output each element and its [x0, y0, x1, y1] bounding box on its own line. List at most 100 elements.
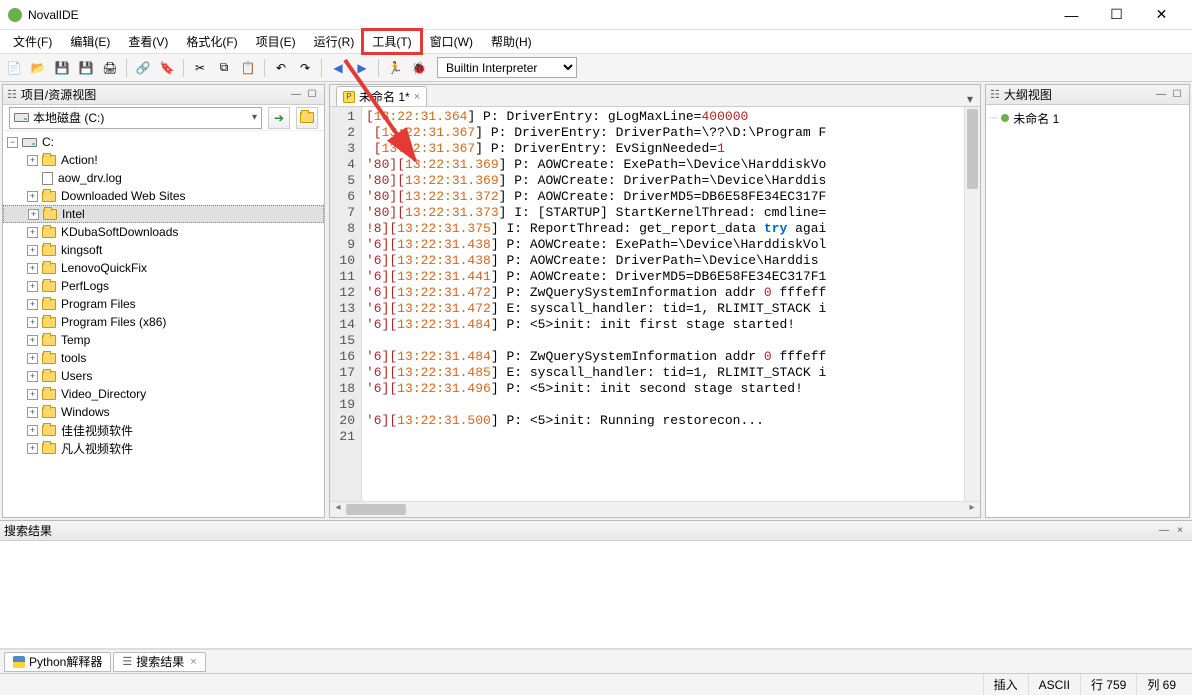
- menu-help[interactable]: 帮助(H): [482, 30, 541, 53]
- tree-folder[interactable]: +kingsoft: [3, 241, 324, 259]
- tree-folder[interactable]: +LenovoQuickFix: [3, 259, 324, 277]
- tree-folder[interactable]: +Program Files (x86): [3, 313, 324, 331]
- maximize-button[interactable]: ☐: [1094, 1, 1139, 29]
- drive-up-button[interactable]: [296, 107, 318, 129]
- code-area[interactable]: [13:22:31.364] P: DriverEntry: gLogMaxLi…: [362, 107, 964, 501]
- expander-icon[interactable]: +: [27, 353, 38, 364]
- tab-search-results[interactable]: ☰ 搜索结果 ×: [113, 652, 205, 672]
- drive-go-button[interactable]: ➔: [268, 107, 290, 129]
- expander-icon[interactable]: +: [27, 281, 38, 292]
- tab-overflow-icon[interactable]: ▾: [964, 92, 980, 106]
- tree-folder[interactable]: +KDubaSoftDownloads: [3, 223, 324, 241]
- tree-folder[interactable]: +佳佳视频软件: [3, 421, 324, 439]
- tree-folder[interactable]: +凡人视频软件: [3, 439, 324, 457]
- code-line[interactable]: '80][13:22:31.369] P: AOWCreate: DriverP…: [366, 173, 960, 189]
- code-line[interactable]: '6][13:22:31.500] P: <5>init: Running re…: [366, 413, 960, 429]
- code-line[interactable]: !8][13:22:31.375] I: ReportThread: get_r…: [366, 221, 960, 237]
- save-icon[interactable]: 💾: [52, 58, 72, 78]
- code-line[interactable]: '80][13:22:31.373] I: [STARTUP] StartKer…: [366, 205, 960, 221]
- code-line[interactable]: '6][13:22:31.496] P: <5>init: init secon…: [366, 381, 960, 397]
- code-line[interactable]: '6][13:22:31.485] E: syscall_handler: ti…: [366, 365, 960, 381]
- expander-icon[interactable]: +: [27, 227, 38, 238]
- expander-icon[interactable]: +: [27, 335, 38, 346]
- run-icon[interactable]: 🏃: [385, 58, 405, 78]
- panel-minimize-icon[interactable]: —: [288, 88, 304, 102]
- menu-project[interactable]: 项目(E): [247, 30, 305, 53]
- code-line[interactable]: '80][13:22:31.372] P: AOWCreate: DriverM…: [366, 189, 960, 205]
- menu-view[interactable]: 查看(V): [119, 30, 177, 53]
- tree-folder[interactable]: +Video_Directory: [3, 385, 324, 403]
- file-tree[interactable]: − C: +Action!aow_drv.log+Downloaded Web …: [3, 131, 324, 517]
- open-folder-icon[interactable]: 📂: [28, 58, 48, 78]
- code-line[interactable]: [366, 397, 960, 413]
- copy-icon[interactable]: ⧉: [214, 58, 234, 78]
- nav-fwd-icon[interactable]: ▶: [352, 58, 372, 78]
- code-line[interactable]: [366, 333, 960, 349]
- expander-icon[interactable]: +: [28, 209, 39, 220]
- expander-icon[interactable]: +: [27, 245, 38, 256]
- drive-combo[interactable]: 本地磁盘 (C:): [9, 107, 262, 129]
- goto-icon[interactable]: 🔗: [133, 58, 153, 78]
- code-line[interactable]: '6][13:22:31.472] E: syscall_handler: ti…: [366, 301, 960, 317]
- tree-folder[interactable]: +Intel: [3, 205, 324, 223]
- expander-icon[interactable]: +: [27, 191, 38, 202]
- tree-root[interactable]: − C:: [3, 133, 324, 151]
- tree-folder[interactable]: +Downloaded Web Sites: [3, 187, 324, 205]
- cut-icon[interactable]: ✂: [190, 58, 210, 78]
- code-line[interactable]: [13:22:31.367] P: DriverEntry: EvSignNee…: [366, 141, 960, 157]
- panel-close-icon[interactable]: ☐: [1169, 88, 1185, 102]
- new-file-icon[interactable]: 📄: [4, 58, 24, 78]
- tree-folder[interactable]: +tools: [3, 349, 324, 367]
- code-line[interactable]: '6][13:22:31.484] P: <5>init: init first…: [366, 317, 960, 333]
- expander-icon[interactable]: +: [27, 155, 38, 166]
- scroll-thumb[interactable]: [967, 109, 978, 189]
- tree-folder[interactable]: +PerfLogs: [3, 277, 324, 295]
- code-line[interactable]: '80][13:22:31.369] P: AOWCreate: ExePath…: [366, 157, 960, 173]
- expander-icon[interactable]: +: [27, 263, 38, 274]
- tree-folder[interactable]: +Program Files: [3, 295, 324, 313]
- code-line[interactable]: '6][13:22:31.484] P: ZwQuerySystemInform…: [366, 349, 960, 365]
- editor-tab[interactable]: P 未命名 1* ×: [336, 86, 427, 106]
- expander-icon[interactable]: +: [27, 317, 38, 328]
- tree-folder[interactable]: +Action!: [3, 151, 324, 169]
- expander-icon[interactable]: +: [27, 371, 38, 382]
- redo-icon[interactable]: ↷: [295, 58, 315, 78]
- code-line[interactable]: '6][13:22:31.438] P: AOWCreate: ExePath=…: [366, 237, 960, 253]
- scroll-right-icon[interactable]: ▸: [964, 502, 980, 517]
- code-line[interactable]: '6][13:22:31.472] P: ZwQuerySystemInform…: [366, 285, 960, 301]
- expander-icon[interactable]: +: [27, 425, 38, 436]
- paste-icon[interactable]: 📋: [238, 58, 258, 78]
- save-all-icon[interactable]: 💾: [76, 58, 96, 78]
- panel-close-icon[interactable]: ☐: [304, 88, 320, 102]
- tree-folder[interactable]: +Users: [3, 367, 324, 385]
- code-line[interactable]: [13:22:31.367] P: DriverEntry: DriverPat…: [366, 125, 960, 141]
- code-line[interactable]: [13:22:31.364] P: DriverEntry: gLogMaxLi…: [366, 109, 960, 125]
- expander-icon[interactable]: +: [27, 407, 38, 418]
- code-line[interactable]: '6][13:22:31.438] P: AOWCreate: DriverPa…: [366, 253, 960, 269]
- panel-close-icon[interactable]: ×: [1172, 524, 1188, 538]
- panel-minimize-icon[interactable]: —: [1156, 524, 1172, 538]
- editor-hscrollbar[interactable]: ◂ ▸: [330, 501, 980, 517]
- bug-icon[interactable]: 🐞: [409, 58, 429, 78]
- panel-minimize-icon[interactable]: —: [1153, 88, 1169, 102]
- bookmark-icon[interactable]: 🔖: [157, 58, 177, 78]
- expander-icon[interactable]: +: [27, 443, 38, 454]
- expander-icon[interactable]: +: [27, 299, 38, 310]
- tree-folder[interactable]: +Temp: [3, 331, 324, 349]
- tree-folder[interactable]: +Windows: [3, 403, 324, 421]
- menu-tools[interactable]: 工具(T): [363, 30, 420, 53]
- code-line[interactable]: [366, 429, 960, 445]
- tab-close-icon[interactable]: ×: [414, 91, 420, 103]
- menu-window[interactable]: 窗口(W): [421, 30, 482, 53]
- tab-python-interpreter[interactable]: Python解释器: [4, 652, 111, 672]
- menu-edit[interactable]: 编辑(E): [61, 30, 119, 53]
- undo-icon[interactable]: ↶: [271, 58, 291, 78]
- expander-icon[interactable]: −: [7, 137, 18, 148]
- menu-run[interactable]: 运行(R): [305, 30, 364, 53]
- editor-body[interactable]: 123456789101112131415161718192021 [13:22…: [330, 107, 980, 501]
- tab-close-icon[interactable]: ×: [190, 656, 196, 668]
- scroll-left-icon[interactable]: ◂: [330, 502, 346, 517]
- menu-format[interactable]: 格式化(F): [177, 30, 246, 53]
- print-icon[interactable]: 🖨: [100, 58, 120, 78]
- code-line[interactable]: '6][13:22:31.441] P: AOWCreate: DriverMD…: [366, 269, 960, 285]
